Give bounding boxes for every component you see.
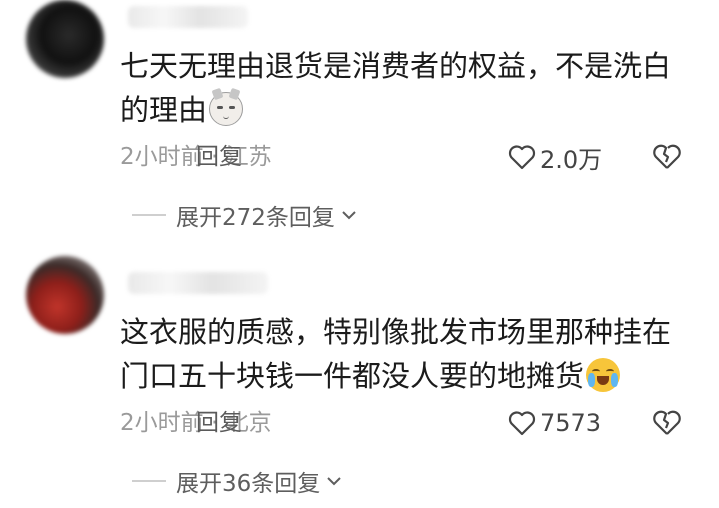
like-count: 2.0万: [540, 145, 603, 174]
heart-icon: [508, 145, 536, 170]
crying-laughing-icon: [586, 358, 621, 392]
expand-replies-label: 展开272条回复: [176, 205, 335, 231]
heart-icon: [508, 411, 536, 436]
chevron-down-icon: [327, 477, 341, 486]
username-blurred[interactable]: [128, 272, 268, 294]
cat-face-icon: [209, 92, 244, 126]
divider-line: [132, 214, 166, 216]
expand-replies-button[interactable]: 展开272条回复: [132, 200, 357, 231]
comment-text: 七天无理由退货是消费者的权益，不是洗白的理由: [120, 44, 680, 132]
avatar[interactable]: [26, 256, 104, 334]
comment-text: 这衣服的质感，特别像批发市场里那种挂在门口五十块钱一件都没人要的地摊货: [120, 310, 680, 398]
comment-item: 七天无理由退货是消费者的权益，不是洗白的理由 2小时前 · 江苏 回复 2.0万…: [0, 0, 719, 250]
like-button[interactable]: 2.0万: [508, 142, 603, 174]
divider-line: [132, 480, 166, 482]
like-button[interactable]: 7573: [508, 408, 601, 438]
like-count: 7573: [540, 409, 602, 437]
avatar[interactable]: [26, 0, 104, 78]
expand-replies-label: 展开36条回复: [176, 471, 321, 497]
comment-item: 这衣服的质感，特别像批发市场里那种挂在门口五十块钱一件都没人要的地摊货 2小时前…: [0, 250, 719, 508]
comment-text-content: 七天无理由退货是消费者的权益，不是洗白的理由: [120, 49, 672, 127]
expand-replies-button[interactable]: 展开36条回复: [132, 466, 342, 497]
username-blurred[interactable]: [128, 6, 248, 28]
broken-heart-icon[interactable]: [652, 142, 682, 172]
reply-button[interactable]: 回复: [196, 142, 242, 172]
chevron-down-icon: [342, 211, 356, 220]
reply-button[interactable]: 回复: [196, 408, 242, 438]
broken-heart-icon[interactable]: [652, 408, 682, 438]
